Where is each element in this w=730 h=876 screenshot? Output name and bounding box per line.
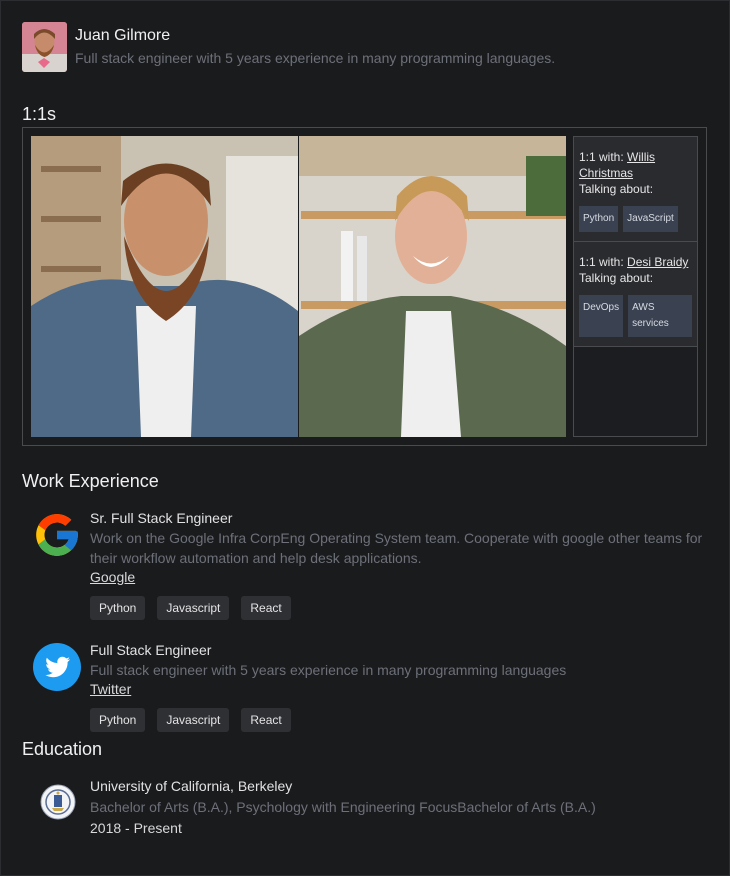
skill-tags: Python Javascript React <box>90 596 710 620</box>
skill-tags: Python Javascript React <box>90 708 710 732</box>
meeting-person-link[interactable]: Desi Braidy <box>627 255 688 269</box>
school-name: University of California, Berkeley <box>90 778 293 794</box>
skill-tag[interactable]: Python <box>90 596 146 620</box>
google-logo-icon <box>32 510 82 560</box>
degree-text: Bachelor of Arts (B.A.), Psychology with… <box>90 799 596 815</box>
topic-chip[interactable]: Python <box>579 206 619 232</box>
profile-bio: Full stack engineer with 5 years experie… <box>75 50 556 66</box>
job-entry: Full Stack Engineer Full stack engineer … <box>32 642 710 732</box>
meeting-prefix: 1:1 with: <box>579 150 628 164</box>
talking-about-label: Talking about: <box>579 182 654 196</box>
topic-list: DevOps AWS services <box>579 295 692 337</box>
topic-chip[interactable]: AWS services <box>628 295 692 337</box>
profile-header: Juan Gilmore Full stack engineer with 5 … <box>22 22 555 72</box>
section-title-work-experience: Work Experience <box>22 471 159 491</box>
meeting-card: 1:1 with: Willis Christmas Talking about… <box>574 137 697 242</box>
skill-tag[interactable]: Javascript <box>157 708 230 732</box>
job-description: Work on the Google Infra CorpEng Operati… <box>90 530 703 566</box>
avatar[interactable] <box>22 22 67 72</box>
job-title: Full Stack Engineer <box>90 642 212 658</box>
company-link[interactable]: Google <box>90 569 135 585</box>
topic-list: Python JavaScript <box>579 206 692 232</box>
topic-chip[interactable]: JavaScript <box>623 206 678 232</box>
twitter-logo-icon <box>32 642 82 692</box>
video-call-view[interactable] <box>31 136 566 437</box>
one-on-ones-panel: 1:1 with: Willis Christmas Talking about… <box>22 127 707 446</box>
skill-tag[interactable]: React <box>241 708 291 732</box>
talking-about-label: Talking about: <box>579 271 654 285</box>
skill-tag[interactable]: React <box>241 596 291 620</box>
one-on-ones-sidebar: 1:1 with: Willis Christmas Talking about… <box>573 136 698 437</box>
meeting-prefix: 1:1 with: <box>579 255 628 269</box>
profile-name: Juan Gilmore <box>75 27 171 44</box>
job-title: Sr. Full Stack Engineer <box>90 510 233 526</box>
education-years: 2018 - Present <box>90 820 182 836</box>
skill-tag[interactable]: Python <box>90 708 146 732</box>
section-title-one-on-ones: 1:1s <box>22 104 57 124</box>
education-entry: University of California, Berkeley Bache… <box>40 778 596 836</box>
skill-tag[interactable]: Javascript <box>157 596 230 620</box>
topic-chip[interactable]: DevOps <box>579 295 624 337</box>
university-seal-icon <box>40 784 76 820</box>
company-link[interactable]: Twitter <box>90 681 131 697</box>
job-entry: Sr. Full Stack Engineer Work on the Goog… <box>32 510 710 620</box>
job-description: Full stack engineer with 5 years experie… <box>90 662 567 678</box>
meeting-card: 1:1 with: Desi Braidy Talking about: Dev… <box>574 242 697 347</box>
section-title-education: Education <box>22 739 103 759</box>
